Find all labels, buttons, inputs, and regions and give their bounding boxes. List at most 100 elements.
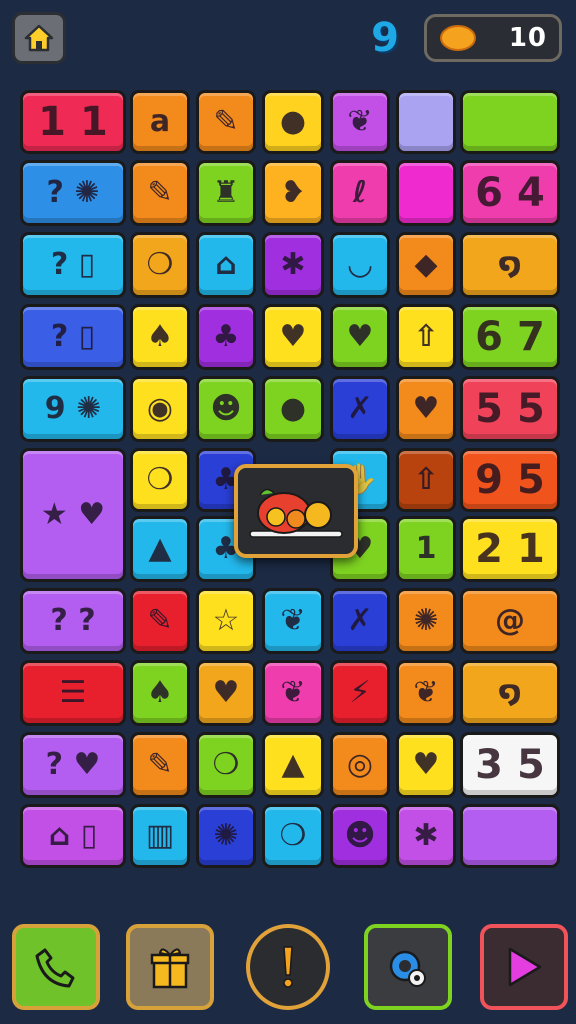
tile-heart-yellow-label: ♥: [279, 319, 307, 354]
tile-bubble-3[interactable]: ❍: [196, 732, 256, 798]
tile-question-question-label: ? ?: [50, 603, 96, 638]
tile-pencil-red[interactable]: ✎: [130, 588, 190, 654]
tile-blank-lavender[interactable]: [396, 90, 456, 154]
tile-arrow-up[interactable]: ⇧: [396, 304, 456, 370]
tile-leaf-1[interactable]: ❦: [330, 90, 390, 154]
tile-robot-label: ⌂: [215, 247, 237, 282]
tile-bubble[interactable]: ❍: [130, 232, 190, 298]
tile-square-ring[interactable]: ◎: [330, 732, 390, 798]
tile-arrow-up-2-label: ⇧: [413, 462, 439, 497]
tile-heart-red-label: ♥: [346, 319, 374, 354]
tile-spiral-2[interactable]: ໑: [460, 660, 560, 726]
tile-pear[interactable]: ♠: [130, 304, 190, 370]
tile-question-question[interactable]: ? ?: [20, 588, 126, 654]
tile-leaf-pink[interactable]: ❦: [262, 660, 324, 726]
tile-spiral-1-label: ໑: [498, 247, 522, 282]
tile-pencil-3[interactable]: ✎: [130, 732, 190, 798]
tile-swirl-label: @: [495, 603, 525, 638]
tile-ring[interactable]: ◉: [130, 376, 190, 442]
tile-pear-2[interactable]: ♠: [130, 660, 190, 726]
tile-splat[interactable]: ✱: [262, 232, 324, 298]
tile-5-5[interactable]: 55: [460, 376, 560, 442]
tile-robot-phone[interactable]: ⌂ ▯: [20, 804, 126, 868]
tile-9-jelly-label: 9 ✺: [44, 391, 102, 426]
tile-heart-orange[interactable]: ♥: [396, 376, 456, 442]
tile-monster-label: ✺: [413, 603, 439, 638]
tile-2-1[interactable]: 21: [460, 516, 560, 582]
tile-robot[interactable]: ⌂: [196, 232, 256, 298]
tile-bottle[interactable]: ♜: [196, 160, 256, 226]
tile-bubble-4[interactable]: ❍: [262, 804, 324, 868]
tile-1-label: 1: [415, 531, 437, 566]
tile-blank-purple[interactable]: [460, 804, 560, 868]
tile-diamond[interactable]: ◆: [396, 232, 456, 298]
tile-1-1-label: 11: [38, 99, 122, 145]
tile-apple[interactable]: ●: [262, 90, 324, 154]
tile-curl[interactable]: ℓ: [330, 160, 390, 226]
tile-blank-green[interactable]: [460, 90, 560, 154]
tile-tree[interactable]: ♣: [196, 304, 256, 370]
tile-blank-magenta[interactable]: [396, 160, 456, 226]
tile-question-phone-2[interactable]: ? ▯: [20, 304, 126, 370]
tile-lemon[interactable]: ●: [262, 376, 324, 442]
tile-splat-2-label: ✱: [413, 818, 439, 853]
tile-question-phone[interactable]: ? ▯: [20, 232, 126, 298]
tile-arrow-up-2[interactable]: ⇧: [396, 448, 456, 512]
tile-3-5[interactable]: 35: [460, 732, 560, 798]
tile-1-1[interactable]: 11: [20, 90, 126, 154]
tile-heart-red[interactable]: ♥: [330, 304, 390, 370]
tile-spiral-1[interactable]: ໑: [460, 232, 560, 298]
tile-bolt[interactable]: ⚡: [330, 660, 390, 726]
tile-virus[interactable]: ✺: [196, 804, 256, 868]
tile-pencil-1-label: ✎: [213, 104, 239, 139]
tile-bubble-label: ❍: [146, 247, 174, 282]
tile-star[interactable]: ☆: [196, 588, 256, 654]
tile-question-jelly[interactable]: ? ✺: [20, 160, 126, 226]
tile-9-5[interactable]: 95: [460, 448, 560, 512]
tile-a[interactable]: a: [130, 90, 190, 154]
tile-spiral-2-label: ໑: [498, 675, 522, 710]
tile-splat-label: ✱: [280, 247, 306, 282]
tile-9-jelly[interactable]: 9 ✺: [20, 376, 126, 442]
tile-heart-red-2[interactable]: ♥: [396, 732, 456, 798]
tile-cheese[interactable]: ▲: [262, 732, 324, 798]
settings-button[interactable]: [364, 924, 452, 1010]
tile-bin[interactable]: ▥: [130, 804, 190, 868]
tile-bird[interactable]: ❦: [262, 588, 324, 654]
tile-ring-label: ◉: [146, 391, 174, 426]
tile-leaf-green[interactable]: ❦: [396, 660, 456, 726]
tile-heart-yellow[interactable]: ♥: [262, 304, 324, 370]
popup-card[interactable]: [234, 464, 358, 558]
tile-monster[interactable]: ✺: [396, 588, 456, 654]
tile-stars-heart[interactable]: ★ ♥: [20, 448, 126, 582]
tile-burger[interactable]: ☰: [20, 660, 126, 726]
tile-pencil-2-label: ✎: [147, 175, 173, 210]
tile-swirl[interactable]: @: [460, 588, 560, 654]
gift-icon: [150, 948, 190, 989]
hint-button[interactable]: [246, 924, 330, 1010]
tile-cup[interactable]: ◡: [330, 232, 390, 298]
tile-shirt[interactable]: ▲: [130, 516, 190, 582]
tile-question-heart[interactable]: ? ♥: [20, 732, 126, 798]
tile-1[interactable]: 1: [396, 516, 456, 582]
tile-chick[interactable]: ❥: [262, 160, 324, 226]
tile-strawberry-2[interactable]: ☻: [330, 804, 390, 868]
tile-apple-label: ●: [279, 104, 307, 139]
tile-6-4[interactable]: 64: [460, 160, 560, 226]
play-button[interactable]: [480, 924, 568, 1010]
tile-pencil-2[interactable]: ✎: [130, 160, 190, 226]
tile-6-7[interactable]: 67: [460, 304, 560, 370]
tile-bubble-2[interactable]: ❍: [130, 448, 190, 512]
tile-strawberry[interactable]: ☻: [196, 376, 256, 442]
tile-pencil-1[interactable]: ✎: [196, 90, 256, 154]
tile-heart-yellow-2[interactable]: ♥: [196, 660, 256, 726]
game-board: 11 a ✎ ● ❦ ? ✺ ✎ ♜ ❥ ℓ 64 ? ▯ ❍ ⌂ ✱ ◡ ◆ ໑ ? ▯ ♠ ♣ ♥ ♥ ⇧ 67 9 ✺ ◉ ☻ ●…: [0, 0, 576, 900]
gift-button[interactable]: [126, 924, 214, 1010]
tile-burger-label: ☰: [59, 675, 87, 710]
tile-dancer[interactable]: ✗: [330, 376, 390, 442]
tile-dancer-2[interactable]: ✗: [330, 588, 390, 654]
tile-splat-2[interactable]: ✱: [396, 804, 456, 868]
tile-arrow-up-label: ⇧: [413, 319, 439, 354]
phone-button[interactable]: [12, 924, 100, 1010]
tile-cup-label: ◡: [348, 247, 372, 282]
